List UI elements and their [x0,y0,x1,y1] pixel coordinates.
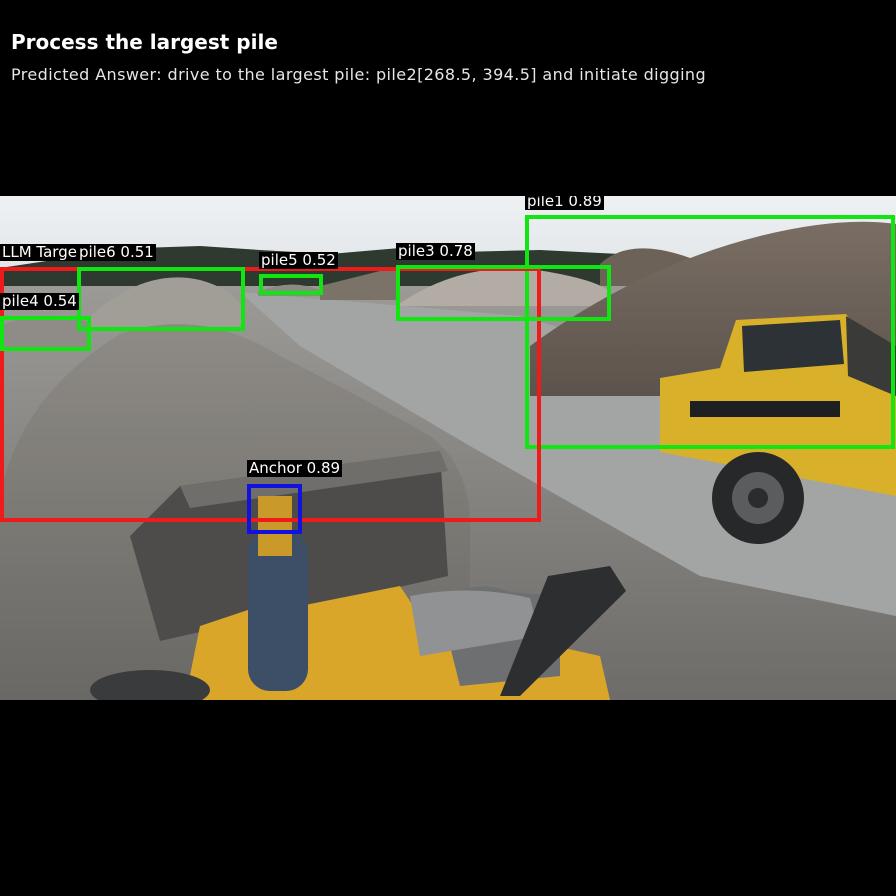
anchor-label: Anchor 0.89 [247,459,343,477]
pile6-label: pile6 0.51 [77,243,156,261]
pile3-box [396,265,611,321]
anchor-box [247,484,302,534]
predicted-answer: Predicted Answer: drive to the largest p… [11,65,707,84]
pile4-label: pile4 0.54 [0,292,79,310]
page-title: Process the largest pile [11,30,278,54]
pile4-box [0,316,91,351]
pile5-label: pile5 0.52 [259,251,338,269]
pile1-box [525,215,895,449]
pile6-box [77,267,245,331]
camera-frame: pile1 0.89 LLM Target 0.84 pile6 0.51 pi… [0,196,896,700]
pile3-label: pile3 0.78 [396,242,475,260]
pile5-box [259,274,323,295]
pile1-label: pile1 0.89 [525,196,604,210]
